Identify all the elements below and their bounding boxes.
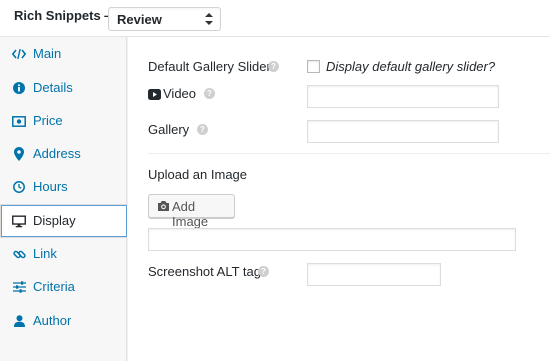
sidebar-item-details[interactable]: Details	[0, 71, 127, 105]
sidebar-item-label: Display	[33, 213, 76, 228]
sidebar-item-label: Address	[33, 146, 81, 161]
sidebar-item-label: Criteria	[33, 279, 75, 294]
money-icon	[12, 114, 26, 128]
sidebar-item-hours[interactable]: Hours	[0, 170, 127, 204]
video-input[interactable]	[307, 85, 499, 108]
meta-box-title: Rich Snippets —	[14, 8, 118, 23]
add-image-button-label: Add Image	[172, 199, 209, 229]
help-icon[interactable]: ?	[204, 88, 215, 99]
image-url-input[interactable]	[148, 228, 516, 251]
sidebar-item-link[interactable]: Link	[0, 237, 127, 271]
clock-icon	[12, 180, 26, 194]
camera-icon	[158, 201, 169, 211]
sidebar-item-address[interactable]: Address	[0, 137, 127, 171]
user-icon	[12, 314, 26, 328]
youtube-play-icon	[148, 88, 161, 100]
section-divider	[148, 153, 550, 154]
desktop-icon	[12, 214, 26, 228]
gallery-label: Gallery	[148, 122, 190, 137]
gallery-input[interactable]	[307, 120, 499, 143]
sidebar-item-label: Main	[33, 46, 62, 61]
sidebar-item-criteria[interactable]: Criteria	[0, 270, 127, 304]
sliders-icon	[12, 280, 26, 294]
upload-image-label: Upload an Image	[148, 167, 248, 182]
screenshot-alt-tag-label: Screenshot ALT tag	[148, 264, 261, 279]
snippet-type-select[interactable]: Review	[108, 7, 221, 31]
screenshot-alt-tag-input[interactable]	[307, 263, 441, 286]
sidebar-item-label: Details	[33, 80, 73, 95]
video-label: Video	[163, 86, 197, 101]
meta-box-header: Rich Snippets — Review	[0, 0, 550, 37]
add-image-button[interactable]: Add Image	[148, 194, 235, 229]
settings-sidebar: Main Details Price Address Hours Display	[0, 37, 128, 361]
snippet-type-select-value: Review	[117, 12, 162, 27]
help-icon[interactable]: ?	[197, 124, 208, 135]
display-default-gallery-slider-label[interactable]: Display default gallery slider?	[326, 59, 495, 74]
map-marker-icon	[12, 147, 26, 161]
select-arrows-icon	[205, 13, 213, 25]
sidebar-item-label: Price	[33, 113, 63, 128]
display-default-gallery-slider-checkbox[interactable]	[307, 60, 320, 73]
help-icon[interactable]: ?	[258, 266, 269, 277]
sidebar-item-price[interactable]: Price	[0, 104, 127, 138]
default-gallery-slider-label: Default Gallery Slider	[148, 59, 271, 74]
sidebar-item-author[interactable]: Author	[0, 304, 127, 338]
sidebar-item-label: Author	[33, 313, 72, 328]
sidebar-item-display[interactable]: Display	[0, 204, 128, 238]
sidebar-item-main[interactable]: Main	[0, 37, 127, 71]
sidebar-item-label: Hours	[33, 179, 68, 194]
help-icon[interactable]: ?	[268, 61, 279, 72]
code-icon	[12, 47, 26, 61]
sidebar-item-label: Link	[33, 246, 57, 261]
link-icon	[12, 247, 26, 261]
info-icon	[12, 81, 26, 95]
